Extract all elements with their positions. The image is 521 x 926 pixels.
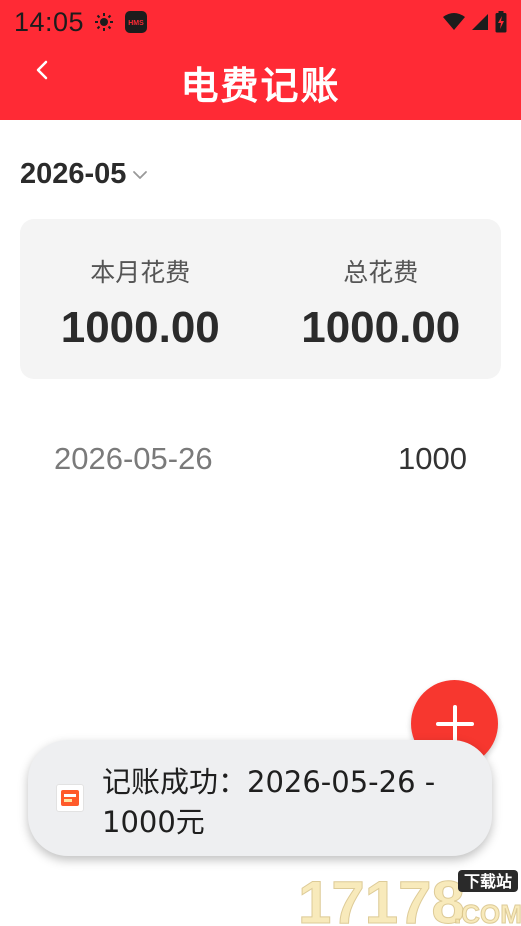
monthly-spend-label: 本月花费: [90, 258, 191, 287]
weather-sun-icon: [95, 13, 114, 31]
page-title: 电费记账: [180, 63, 341, 108]
status-notification-icons: HMS: [94, 10, 148, 34]
battery-icon: [495, 11, 507, 33]
app-logo-icon: [56, 784, 84, 812]
record-amount: 1000: [398, 441, 467, 476]
wifi-icon: [443, 13, 465, 30]
toast-text: 记账成功：2026-05-26 - 1000元: [102, 765, 436, 839]
total-spend-value: 1000.00: [301, 303, 461, 352]
status-system-icons: [443, 11, 507, 33]
record-date: 2026-05-26: [54, 441, 213, 476]
plus-icon: [435, 704, 474, 743]
signal-icon: [472, 14, 488, 30]
chevron-left-icon: [36, 60, 48, 80]
watermark-brand: 17178: [298, 869, 465, 926]
watermark-tag: 下载站: [464, 872, 512, 891]
summary-card: 本月花费 1000.00 总花费 1000.00: [20, 219, 501, 379]
status-bar: 14:05 HMS: [0, 0, 521, 44]
hms-icon-label: HMS: [128, 20, 144, 27]
navigation-bar: 电费记账: [0, 44, 521, 120]
month-picker[interactable]: 2026-05: [20, 158, 148, 191]
month-value: 2026-05: [20, 158, 127, 190]
total-summary: 总花费 1000.00: [261, 219, 502, 379]
monthly-summary: 本月花费 1000.00: [20, 219, 261, 379]
record-row[interactable]: 2026-05-26 1000: [0, 434, 521, 484]
hms-app-icon: HMS: [125, 11, 148, 33]
back-button[interactable]: [22, 50, 62, 90]
monthly-spend-value: 1000.00: [60, 303, 220, 352]
status-time: 14:05: [14, 6, 85, 37]
site-watermark: 17178 下载站 .COM: [296, 866, 521, 926]
chevron-down-icon: [133, 170, 148, 179]
watermark-suffix: .COM: [454, 899, 521, 926]
toast-message: 记账成功：2026-05-26 - 1000元: [28, 740, 492, 856]
total-spend-label: 总花费: [343, 258, 419, 287]
